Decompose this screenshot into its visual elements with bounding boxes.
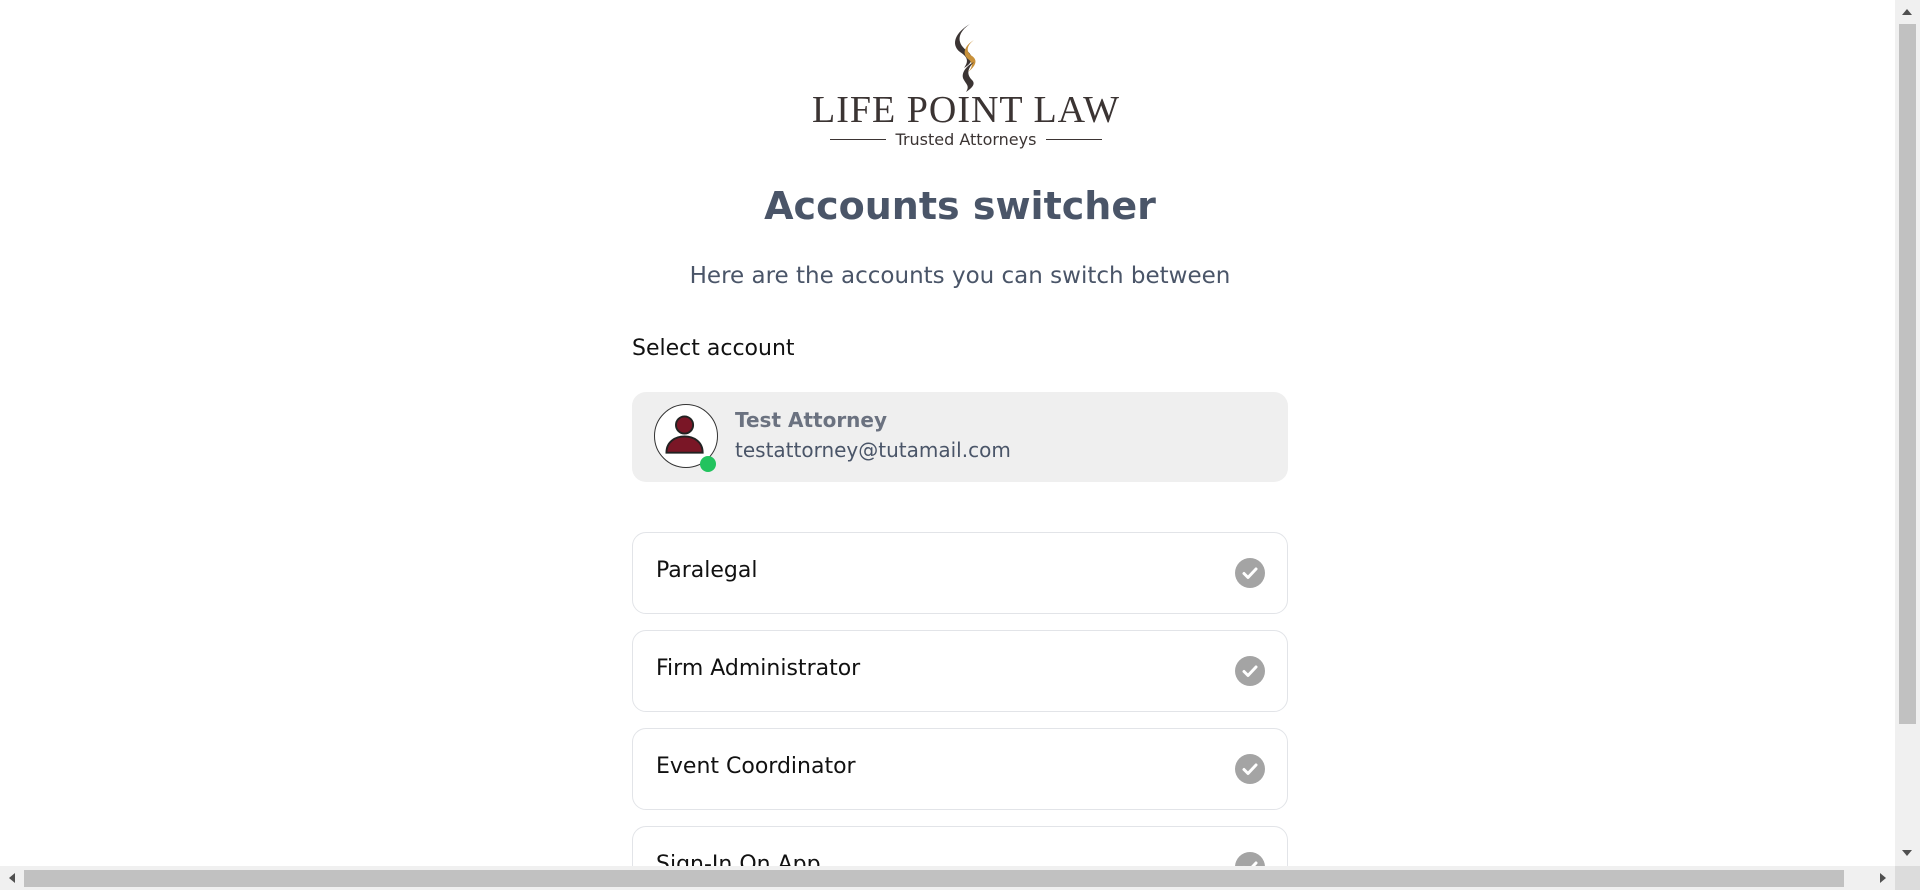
online-status-dot bbox=[700, 456, 716, 472]
vertical-scrollbar[interactable] bbox=[1895, 0, 1920, 866]
current-account-card[interactable]: Test Attorney testattorney@tutamail.com bbox=[632, 392, 1288, 482]
page-subtitle: Here are the accounts you can switch bet… bbox=[689, 263, 1231, 289]
role-option-event-coordinator[interactable]: Event Coordinator bbox=[632, 728, 1288, 810]
tagline-divider-right bbox=[1046, 138, 1103, 141]
role-label: Paralegal bbox=[656, 558, 758, 583]
scroll-up-arrow-icon[interactable] bbox=[1902, 9, 1912, 15]
check-circle-icon bbox=[1235, 656, 1265, 686]
page-viewport: LIFE POINT LAW Trusted Attorneys Account… bbox=[0, 0, 1895, 866]
brand-tagline: Trusted Attorneys bbox=[895, 130, 1037, 149]
horizontal-scrollbar-thumb[interactable] bbox=[24, 870, 1844, 887]
role-option-sign-in-on-app[interactable]: Sign-In On App bbox=[632, 826, 1288, 866]
account-email: testattorney@tutamail.com bbox=[735, 438, 1011, 462]
role-option-paralegal[interactable]: Paralegal bbox=[632, 532, 1288, 614]
role-label: Event Coordinator bbox=[656, 754, 856, 779]
brand-name: LIFE POINT LAW bbox=[812, 89, 1120, 131]
vertical-scrollbar-thumb[interactable] bbox=[1899, 24, 1916, 724]
brand-logo: LIFE POINT LAW Trusted Attorneys bbox=[632, 22, 1288, 152]
scroll-right-arrow-icon[interactable] bbox=[1880, 873, 1886, 883]
check-circle-icon bbox=[1235, 852, 1265, 866]
scrollbar-corner bbox=[1895, 866, 1920, 890]
horizontal-scrollbar[interactable] bbox=[0, 866, 1895, 890]
scroll-down-arrow-icon[interactable] bbox=[1902, 850, 1912, 856]
flame-s-logo-icon bbox=[955, 24, 976, 92]
select-account-label: Select account bbox=[632, 336, 795, 361]
tagline-divider-left bbox=[829, 138, 886, 141]
brand-tagline-row: Trusted Attorneys bbox=[632, 130, 1288, 149]
check-circle-icon bbox=[1235, 754, 1265, 784]
page-title: Accounts switcher bbox=[764, 184, 1156, 228]
scroll-left-arrow-icon[interactable] bbox=[9, 873, 15, 883]
role-option-firm-administrator[interactable]: Firm Administrator bbox=[632, 630, 1288, 712]
check-circle-icon bbox=[1235, 558, 1265, 588]
role-label: Firm Administrator bbox=[656, 656, 861, 681]
account-name: Test Attorney bbox=[735, 408, 888, 432]
role-label: Sign-In On App bbox=[656, 852, 821, 866]
